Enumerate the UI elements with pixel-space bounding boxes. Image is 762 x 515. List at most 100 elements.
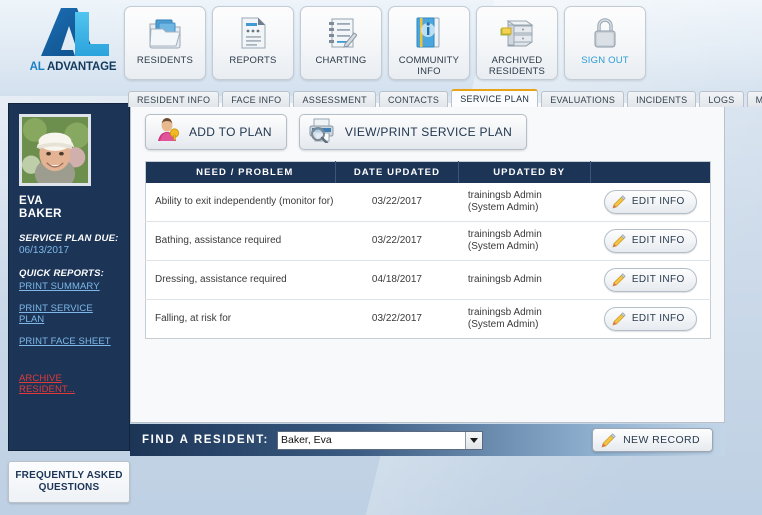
- link-archive-resident[interactable]: ARCHIVE RESIDENT...: [19, 373, 119, 395]
- link-print-summary[interactable]: PRINT SUMMARY: [19, 281, 119, 292]
- find-resident-bar: FIND A RESIDENT: Baker, Eva NEW RECORD: [130, 424, 725, 456]
- table-body: Ability to exit independently (monitor f…: [145, 182, 711, 339]
- edit-info-button[interactable]: EDIT INFO: [603, 228, 697, 253]
- edit-info-button[interactable]: EDIT INFO: [603, 267, 697, 292]
- resident-last-name: BAKER: [19, 208, 62, 220]
- info-book-icon: [414, 14, 444, 52]
- column-header-updated-by: UPDATED BY: [458, 161, 592, 183]
- cell-need: Falling, at risk for: [155, 312, 232, 324]
- cell-updated-by: trainingsb Admin (System Admin): [458, 182, 591, 222]
- cell-updated-by: trainingsb Admin (System Admin): [458, 221, 591, 261]
- cell-date: 03/22/2017: [335, 221, 459, 261]
- nav-button-archived-residents[interactable]: ARCHIVED RESIDENTS: [476, 6, 558, 80]
- resident-sidebar: EVA BAKER SERVICE PLAN DUE: 06/13/2017 Q…: [8, 103, 130, 451]
- nav-label-community-line2: INFO: [417, 66, 441, 77]
- service-plan-table: NEED / PROBLEM DATE UPDATED UPDATED BY A…: [145, 161, 711, 339]
- view-print-service-plan-button[interactable]: VIEW/PRINT SERVICE PLAN: [298, 114, 528, 150]
- tab-meds[interactable]: MEDS: [746, 91, 762, 107]
- column-header-date: DATE UPDATED: [335, 161, 460, 183]
- pencil-icon: [612, 272, 626, 287]
- faq-button[interactable]: FREQUENTLY ASKED QUESTIONS: [8, 461, 130, 503]
- resident-select-value: Baker, Eva: [277, 431, 465, 449]
- cell-action: EDIT INFO: [590, 221, 711, 261]
- new-record-button[interactable]: NEW RECORD: [592, 428, 713, 452]
- nav-label-reports: REPORTS: [229, 55, 277, 66]
- nav-button-residents[interactable]: RESIDENTS: [124, 6, 206, 80]
- document-report-icon: [238, 14, 268, 52]
- updated-by-line1: trainingsb Admin: [467, 306, 542, 318]
- faq-label: FREQUENTLY ASKED QUESTIONS: [15, 470, 122, 494]
- nav-label-archived-residents: ARCHIVED RESIDENTS: [489, 55, 545, 77]
- tab-face-info[interactable]: FACE INFO: [222, 91, 291, 107]
- table-header: NEED / PROBLEM DATE UPDATED UPDATED BY: [145, 161, 711, 183]
- table-row[interactable]: Bathing, assistance required 03/22/2017 …: [145, 221, 711, 261]
- link-print-face-sheet[interactable]: PRINT FACE SHEET: [19, 336, 119, 347]
- pencil-icon: [612, 194, 626, 209]
- nav-label-community-line1: COMMUNITY: [398, 55, 460, 66]
- file-cabinet-icon: [499, 14, 535, 52]
- tab-evaluations[interactable]: EVALUATIONS: [541, 91, 625, 107]
- tab-resident-info[interactable]: RESIDENT INFO: [128, 91, 220, 107]
- column-header-actions: [590, 161, 711, 183]
- updated-by-line2: (System Admin): [467, 318, 539, 330]
- nav-label-community-info: COMMUNITY INFO: [399, 55, 459, 77]
- edit-info-button[interactable]: EDIT INFO: [603, 189, 697, 214]
- quick-reports-label: QUICK REPORTS:: [19, 268, 104, 279]
- column-header-need: NEED / PROBLEM: [145, 161, 336, 183]
- cell-action: EDIT INFO: [591, 299, 711, 338]
- updated-by-line2: (System Admin): [467, 201, 539, 213]
- edit-info-label: EDIT INFO: [631, 273, 685, 285]
- faq-label-line1: FREQUENTLY ASKED: [15, 470, 123, 481]
- padlock-icon: [591, 14, 619, 52]
- chevron-down-icon[interactable]: [464, 431, 482, 449]
- resident-tab-strip: RESIDENT INFO FACE INFO ASSESSMENT CONTA…: [128, 89, 762, 107]
- nav-button-reports[interactable]: REPORTS: [212, 6, 294, 80]
- nav-button-sign-out[interactable]: SIGN OUT: [564, 6, 646, 80]
- tab-incidents[interactable]: INCIDENTS: [627, 91, 697, 107]
- edit-info-label: EDIT INFO: [631, 234, 685, 246]
- faq-label-line2: QUESTIONS: [38, 482, 100, 493]
- service-plan-due-label: SERVICE PLAN DUE:: [19, 233, 119, 244]
- table-row[interactable]: Ability to exit independently (monitor f…: [145, 182, 711, 222]
- nav-button-charting[interactable]: CHARTING: [300, 6, 382, 80]
- cell-date: 03/22/2017: [335, 182, 459, 222]
- main-nav: RESIDENTS REPORTS CHARTING COMMUNITY INF…: [124, 6, 646, 80]
- table-row[interactable]: Dressing, assistance required 04/18/2017…: [145, 260, 711, 300]
- tab-logs[interactable]: LOGS: [699, 91, 744, 107]
- add-to-plan-button[interactable]: ADD TO PLAN: [145, 114, 287, 150]
- service-plan-due-value: 06/13/2017: [19, 245, 70, 256]
- new-record-label: NEW RECORD: [623, 434, 700, 446]
- table-row[interactable]: Falling, at risk for 03/22/2017 training…: [146, 299, 711, 338]
- link-print-service-plan[interactable]: PRINT SERVICE PLAN: [19, 303, 119, 325]
- pencil-icon: [612, 311, 626, 326]
- printer-preview-icon: [308, 117, 336, 148]
- cell-need: Ability to exit independently (monitor f…: [145, 182, 336, 222]
- edit-info-button[interactable]: EDIT INFO: [603, 306, 697, 331]
- cell-updated-by: trainingsb Admin (System Admin): [459, 299, 591, 338]
- edit-info-label: EDIT INFO: [631, 312, 685, 324]
- updated-by-line1: trainingsb Admin: [467, 228, 542, 240]
- nav-label-archived-line2: RESIDENTS: [488, 66, 546, 77]
- resident-first-name: EVA: [19, 195, 43, 207]
- cell-date: 03/22/2017: [371, 312, 422, 324]
- service-plan-panel: ADD TO PLAN VIEW/PRINT SERVICE PLAN NEED…: [130, 103, 725, 423]
- app-header: AL ADVANTAGE RESIDENTS REPORTS CHARTING …: [0, 0, 762, 88]
- nav-label-sign-out: SIGN OUT: [581, 55, 629, 66]
- nav-label-archived-line1: ARCHIVED: [491, 55, 543, 66]
- tab-service-plan[interactable]: SERVICE PLAN: [451, 89, 539, 107]
- service-plan-actions: ADD TO PLAN VIEW/PRINT SERVICE PLAN: [145, 114, 528, 150]
- cell-need: Bathing, assistance required: [145, 221, 336, 261]
- nav-button-community-info[interactable]: COMMUNITY INFO: [388, 6, 470, 80]
- resident-select[interactable]: Baker, Eva: [276, 430, 483, 450]
- cell-date: 04/18/2017: [335, 260, 459, 300]
- tab-contacts[interactable]: CONTACTS: [378, 91, 449, 107]
- logo-wordmark: AL ADVANTAGE: [30, 61, 117, 73]
- add-person-icon: [154, 117, 180, 148]
- view-print-service-plan-label: VIEW/PRINT SERVICE PLAN: [344, 125, 513, 139]
- add-to-plan-label: ADD TO PLAN: [189, 125, 272, 139]
- folder-files-icon: [148, 14, 182, 52]
- find-resident-label: FIND A RESIDENT:: [142, 434, 269, 446]
- tab-assessment[interactable]: ASSESSMENT: [293, 91, 376, 107]
- logo-word-al: AL: [29, 61, 45, 73]
- updated-by-line1: trainingsb Admin: [467, 189, 542, 201]
